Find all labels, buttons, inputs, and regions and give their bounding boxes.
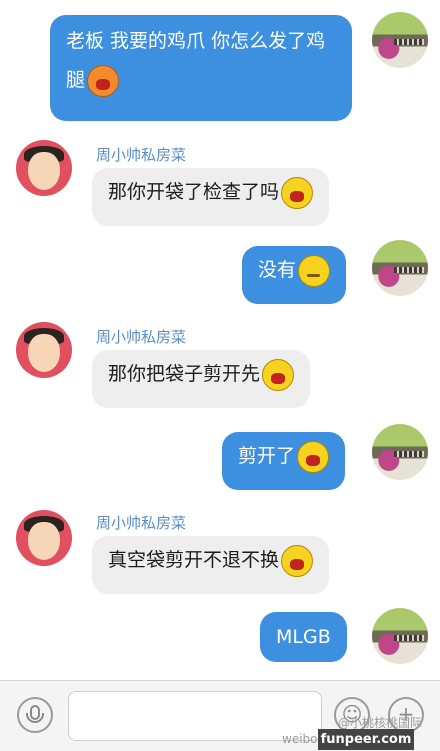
message-text: 真空袋剪开不退不换 <box>108 549 280 571</box>
contact-name: 周小帅私房菜 <box>96 328 187 346</box>
message-bubble[interactable]: MLGB <box>260 612 347 662</box>
angry-orange-emoji-icon <box>87 64 120 97</box>
chat-area: 老板 我要的鸡爪 你怎么发了鸡腿 周小帅私房菜 那你开袋了检查了吗 没有 周小帅… <box>0 0 440 680</box>
message-bubble[interactable]: 老板 我要的鸡爪 你怎么发了鸡腿 <box>50 15 352 121</box>
shouting-emoji-icon <box>297 440 330 473</box>
my-avatar[interactable] <box>372 608 428 664</box>
message-text: 没有 <box>258 259 297 281</box>
contact-avatar[interactable] <box>16 322 72 378</box>
shouting-emoji-icon <box>281 176 314 209</box>
watermark-badge: funpeer.com <box>318 729 414 750</box>
message-text: MLGB <box>276 626 331 648</box>
message-bubble[interactable]: 真空袋剪开不退不换 <box>92 536 330 594</box>
message-bubble[interactable]: 剪开了 <box>222 432 346 490</box>
contact-avatar[interactable] <box>16 510 72 566</box>
calm-emoji-icon <box>298 254 331 287</box>
message-text: 那你把袋子剪开先 <box>108 363 261 385</box>
message-bubble[interactable]: 那你把袋子剪开先 <box>92 350 311 408</box>
microphone-icon[interactable] <box>17 697 53 733</box>
contact-avatar[interactable] <box>16 140 72 196</box>
my-avatar[interactable] <box>372 240 428 296</box>
message-bubble[interactable]: 没有 <box>242 246 347 304</box>
message-bubble[interactable]: 那你开袋了检查了吗 <box>92 168 330 226</box>
contact-name: 周小帅私房菜 <box>96 514 187 532</box>
message-text: 剪开了 <box>238 445 296 467</box>
message-text: 那你开袋了检查了吗 <box>108 181 280 203</box>
contact-name: 周小帅私房菜 <box>96 146 187 164</box>
shouting-emoji-icon <box>262 358 295 391</box>
my-avatar[interactable] <box>372 424 428 480</box>
shouting-emoji-icon <box>281 544 314 577</box>
my-avatar[interactable] <box>372 12 428 68</box>
